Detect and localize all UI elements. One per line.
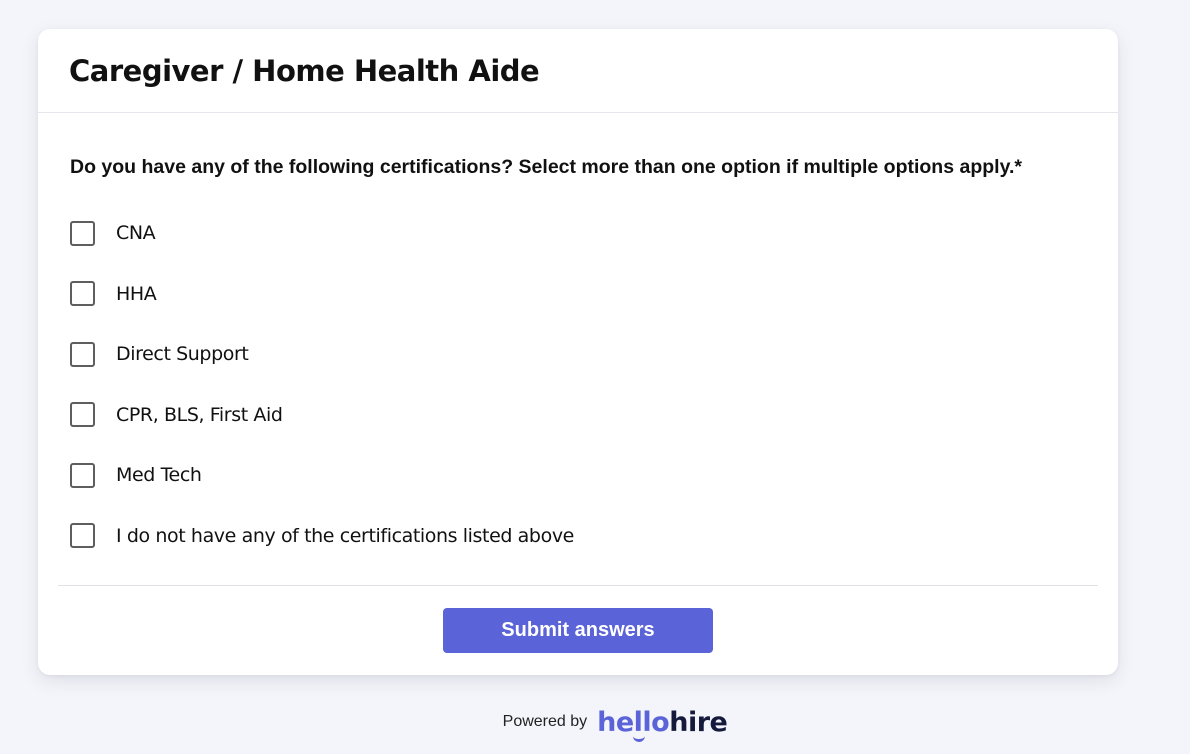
divider: [58, 585, 1098, 586]
submit-answers-button[interactable]: Submit answers: [443, 608, 713, 653]
checkbox[interactable]: [70, 281, 95, 307]
option-cpr-bls-first-aid[interactable]: CPR, BLS, First Aid: [70, 385, 574, 446]
option-label: Direct Support: [116, 343, 249, 366]
option-med-tech[interactable]: Med Tech: [70, 445, 574, 506]
powered-by-label: Powered by: [502, 713, 588, 730]
option-direct-support[interactable]: Direct Support: [70, 324, 574, 385]
brand-hello: hello: [597, 706, 670, 738]
option-label: Med Tech: [116, 464, 202, 487]
checkbox[interactable]: [70, 523, 95, 549]
hellohire-logo[interactable]: hellohire: [597, 706, 728, 742]
checkbox[interactable]: [70, 341, 95, 367]
option-hha[interactable]: HHA: [70, 264, 574, 325]
card-header: Caregiver / Home Health Aide: [38, 29, 1118, 113]
certification-options: CNA HHA Direct Support CPR, BLS, First A…: [70, 203, 574, 566]
option-label: HHA: [116, 282, 157, 305]
checkbox[interactable]: [70, 402, 95, 428]
option-cna[interactable]: CNA: [70, 203, 574, 264]
question-text: Do you have any of the following certifi…: [70, 156, 1022, 178]
footer: Powered by hellohire: [0, 702, 1190, 742]
option-label: CNA: [116, 222, 156, 245]
option-none[interactable]: I do not have any of the certifications …: [70, 506, 574, 567]
checkbox[interactable]: [70, 220, 95, 246]
checkbox[interactable]: [70, 462, 95, 488]
option-label: I do not have any of the certifications …: [116, 524, 574, 547]
page-title: Caregiver / Home Health Aide: [69, 53, 540, 88]
smile-icon: [633, 736, 646, 742]
brand-hire: hire: [669, 706, 728, 738]
option-label: CPR, BLS, First Aid: [116, 403, 283, 426]
question-card: Caregiver / Home Health Aide Do you have…: [38, 29, 1118, 675]
